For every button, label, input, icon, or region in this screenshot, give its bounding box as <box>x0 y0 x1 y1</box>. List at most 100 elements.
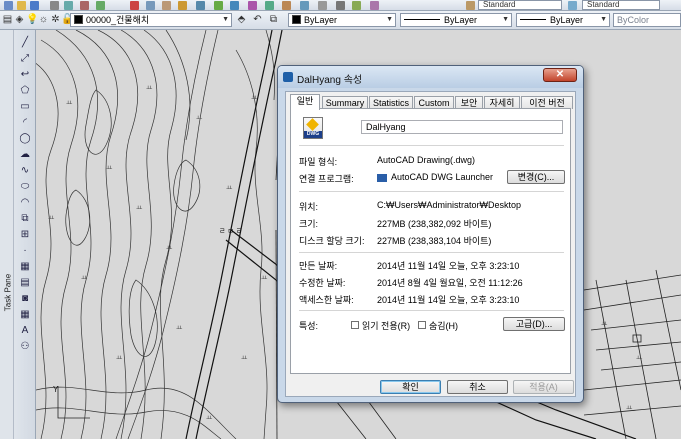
design-center-icon[interactable] <box>282 1 291 10</box>
color-value: ByLayer <box>304 15 338 25</box>
ellipse-arc-icon[interactable]: ◠ <box>18 196 32 209</box>
preview-icon[interactable] <box>64 1 73 10</box>
cancel-button[interactable]: 취소 <box>447 380 508 394</box>
polyline-icon[interactable]: ↩ <box>18 68 32 81</box>
construction-line-icon[interactable]: ⤢ <box>18 52 32 65</box>
rectangle-icon[interactable]: ▭ <box>18 100 32 113</box>
help-icon[interactable] <box>370 1 379 10</box>
tool-palettes-icon[interactable] <box>300 1 309 10</box>
svg-text:ㅛ: ㅛ <box>196 114 203 122</box>
hidden-checkbox[interactable] <box>418 321 426 329</box>
readonly-label: 읽기 전용(R) <box>362 321 411 331</box>
markup-icon[interactable] <box>336 1 345 10</box>
color-swatch <box>292 15 301 24</box>
text-style-combo[interactable]: Standard <box>478 0 562 10</box>
plotstyle-select[interactable]: ByColor <box>613 13 681 27</box>
table-icon[interactable]: ▦ <box>18 308 32 321</box>
add-selected-icon[interactable]: ⚇ <box>18 340 32 353</box>
layers-toolbar: ▤ ◈ 💡 ☼ ✲ 🔓 00000_건물해치 ▼ ⬘ ↶ ⧉ ByLayer ▼… <box>0 11 681 30</box>
standard-toolbar: Standard Standard <box>0 0 681 11</box>
divider <box>299 191 564 192</box>
close-button[interactable]: ✕ <box>543 68 577 82</box>
undo-icon[interactable] <box>96 1 105 10</box>
line-tool-icon[interactable]: ╱ <box>18 36 32 49</box>
make-block-icon[interactable]: ⊞ <box>18 228 32 241</box>
tab-general[interactable]: 일반 <box>290 94 320 110</box>
dim-style-icon[interactable] <box>568 1 577 10</box>
new-icon[interactable] <box>4 1 13 10</box>
lineweight-select[interactable]: ByLayer ▼ <box>516 13 610 27</box>
publish-icon[interactable] <box>80 1 89 10</box>
layer-select[interactable]: 00000_건물해치 ▼ <box>70 13 232 27</box>
lineweight-value: ByLayer <box>550 15 584 25</box>
print-icon[interactable] <box>50 1 59 10</box>
bulb-icon[interactable]: 💡 <box>26 14 38 25</box>
svg-text:ㅛ: ㅛ <box>636 354 643 362</box>
spline-icon[interactable]: ∿ <box>18 164 32 177</box>
dwg-file-icon: DWG <box>303 117 323 139</box>
multiline-text-icon[interactable]: A <box>18 324 32 337</box>
zoom-icon[interactable] <box>230 1 239 10</box>
revision-cloud-icon[interactable]: ☁ <box>18 148 32 161</box>
insert-block-icon[interactable]: ⧉ <box>18 212 32 225</box>
sun-icon[interactable]: ☼ <box>38 14 49 25</box>
layer-color-swatch <box>74 15 83 24</box>
dim-style-combo[interactable]: Standard <box>582 0 660 10</box>
zoom-previous-icon[interactable] <box>248 1 257 10</box>
block-icon[interactable] <box>196 1 205 10</box>
circle-icon[interactable]: ◯ <box>18 132 32 145</box>
gradient-icon[interactable]: ▤ <box>18 276 32 289</box>
svg-text:ㅛ: ㅛ <box>206 414 213 422</box>
svg-text:ㅛ: ㅛ <box>241 354 248 362</box>
file-name-input[interactable]: DalHyang <box>361 120 563 134</box>
match-properties-icon[interactable] <box>178 1 187 10</box>
svg-text:ㅛ: ㅛ <box>601 320 608 328</box>
layer-previous-icon[interactable]: ↶ <box>252 14 263 25</box>
dwg-file-icon <box>283 72 293 82</box>
layer-state-icon[interactable]: ◈ <box>14 14 25 25</box>
dialog-titlebar[interactable]: DalHyang 속성 ✕ <box>278 66 583 88</box>
advanced-button[interactable]: 고급(D)... <box>503 317 565 331</box>
quickcalc-icon[interactable] <box>352 1 361 10</box>
svg-text:ㅛ: ㅛ <box>106 164 113 172</box>
color-select[interactable]: ByLayer ▼ <box>288 13 396 27</box>
chevron-down-icon: ▼ <box>502 16 509 23</box>
save-icon[interactable] <box>30 1 39 10</box>
change-button[interactable]: 변경(C)... <box>507 170 565 184</box>
make-current-icon[interactable]: ⬘ <box>236 14 247 25</box>
open-icon[interactable] <box>17 1 26 10</box>
copy-icon[interactable] <box>146 1 155 10</box>
hatch-icon[interactable]: ▦ <box>18 260 32 273</box>
location-value: C:₩Users₩Administrator₩Desktop <box>377 200 522 210</box>
app-icon <box>377 174 387 182</box>
arc-icon[interactable]: ◜ <box>18 116 32 129</box>
svg-text:ㅛ: ㅛ <box>81 274 88 282</box>
svg-text:ㅛ: ㅛ <box>146 84 153 92</box>
ok-button[interactable]: 확인 <box>380 380 441 394</box>
ucs-y-label: Y <box>53 385 59 394</box>
apply-button[interactable]: 적용(A) <box>513 380 574 394</box>
ellipse-icon[interactable]: ⬭ <box>18 180 32 193</box>
layer-manager-icon[interactable]: ▤ <box>2 14 13 25</box>
point-icon[interactable]: · <box>18 244 32 257</box>
pan-icon[interactable] <box>214 1 223 10</box>
readonly-checkbox[interactable] <box>351 321 359 329</box>
lineweight-preview <box>520 19 546 20</box>
location-label: 위치: <box>299 202 319 212</box>
task-pane-bar[interactable]: Task Pane <box>0 30 14 439</box>
chevron-down-icon: ▼ <box>386 16 393 23</box>
sheet-set-icon[interactable] <box>318 1 327 10</box>
svg-text:ㅛ: ㅛ <box>176 324 183 332</box>
file-type-label: 파일 형식: <box>299 157 338 167</box>
polygon-icon[interactable]: ⬠ <box>18 84 32 97</box>
paste-icon[interactable] <box>162 1 171 10</box>
layer-iso-icon[interactable]: ⧉ <box>268 14 279 25</box>
region-icon[interactable]: ◙ <box>18 292 32 305</box>
freeze-icon[interactable]: ✲ <box>50 14 61 25</box>
opens-with-label: 연결 프로그램: <box>299 174 354 184</box>
linetype-select[interactable]: ByLayer ▼ <box>400 13 512 27</box>
properties-icon[interactable] <box>265 1 274 10</box>
task-pane-label: Task Pane <box>3 273 13 312</box>
text-style-icon[interactable] <box>466 1 475 10</box>
cut-icon[interactable] <box>130 1 139 10</box>
